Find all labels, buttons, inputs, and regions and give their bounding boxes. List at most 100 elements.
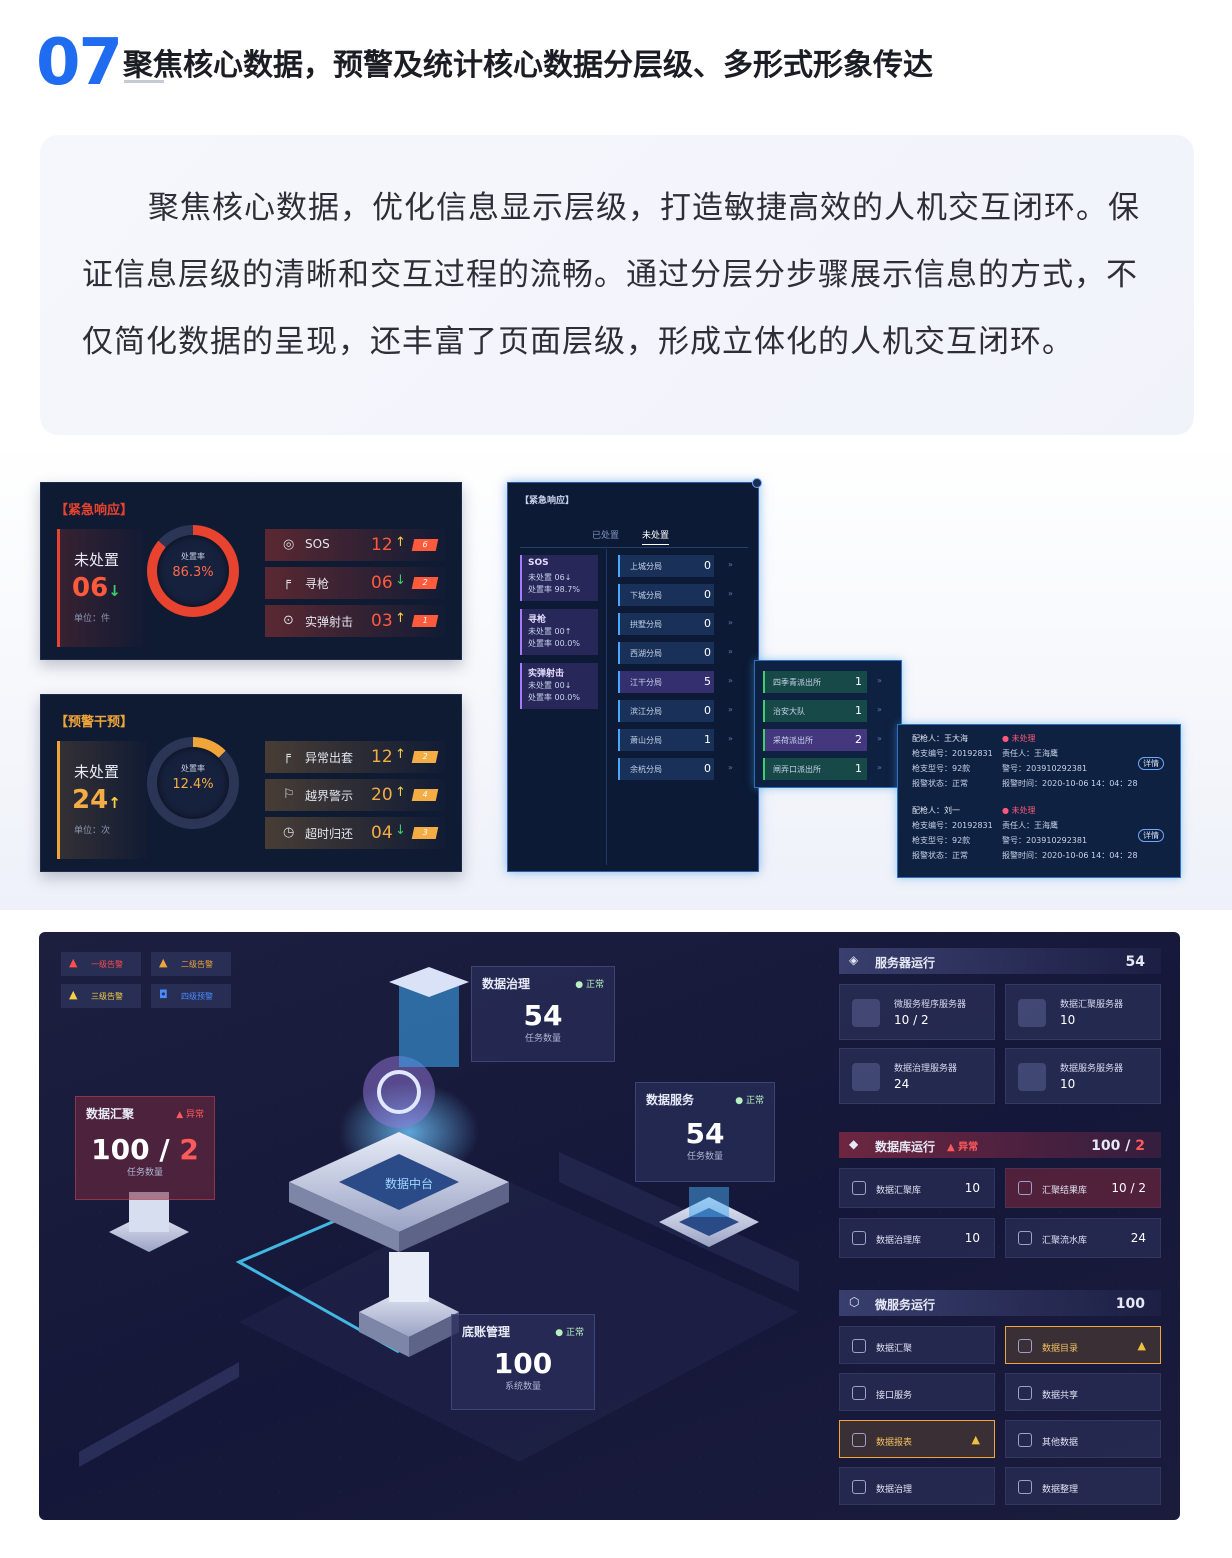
server-tile[interactable]: 数据汇聚服务器 10 [1005, 984, 1161, 1040]
card-title: 数据服务 [646, 1093, 695, 1107]
branch-name: 萧山分局 [630, 736, 662, 745]
stat-row[interactable]: ╒ 寻枪 06 ↓ 2 [265, 567, 445, 599]
microservice-tile[interactable]: 数据报表 ▲ [839, 1420, 995, 1458]
tab-unhandled[interactable]: 未处置 [642, 528, 670, 545]
branch-item[interactable]: 下城分局 0 [618, 584, 714, 606]
legend-item[interactable]: ▲ 三级告警 [61, 984, 141, 1008]
branch-item[interactable]: 萧山分局 1 [618, 729, 714, 751]
row-flag: 1 [411, 615, 439, 627]
database-icon: ◆ [849, 1137, 859, 1151]
microservice-name: 数据目录 [1042, 1344, 1079, 1354]
tab-handled[interactable]: 已处置 [592, 528, 619, 541]
microservice-tile[interactable]: 数据汇聚 [839, 1326, 995, 1364]
core-label: 数据中台 [385, 1176, 433, 1191]
stat-row[interactable]: ⚐ 越界警示 20 ↑ 4 [265, 779, 445, 811]
legend-item[interactable]: ▲ 一级告警 [61, 952, 141, 976]
row-icon: ⚐ [283, 787, 295, 802]
emergency-drilldown-panel: 【紧急响应】 已处置 未处置 SOS 未处置 06↓ 处置率 98.7% 寻枪 未处置 … [507, 478, 762, 872]
station-item[interactable]: 采荷派出所 2 [763, 729, 867, 751]
branch-name: 滨江分局 [630, 707, 662, 716]
server-tile[interactable]: 数据服务服务器 10 [1005, 1048, 1161, 1104]
detail-button[interactable]: 详情 [1138, 829, 1164, 842]
data-platform-dashboard: 数据中台 ▲ 一级告警 ▲ 二级告警 ▲ 三级告警 ◘ 四级预警 数据治理 ● 正常 54 任务数量… [39, 932, 1180, 1520]
warning-icon: ▲ [1137, 1339, 1146, 1352]
card-value: 54 [523, 999, 563, 1032]
database-icon [852, 1181, 866, 1195]
chevron-right-icon[interactable]: » [728, 705, 733, 714]
server-tile[interactable]: 数据治理服务器 24 [839, 1048, 995, 1104]
dashboard-card[interactable]: 数据汇聚 ▲ 异常 100 / 2 任务数量 [75, 1096, 215, 1200]
station-item[interactable]: 治安大队 1 [763, 700, 867, 722]
branch-item[interactable]: 西湖分局 0 [618, 642, 714, 664]
database-value: 10 [964, 1231, 980, 1245]
dashboard-card[interactable]: 数据治理 ● 正常 54 任务数量 [471, 966, 615, 1062]
chevron-right-icon[interactable]: » [728, 560, 733, 569]
database-tile[interactable]: 汇聚结果库 10 / 2 [1005, 1168, 1161, 1208]
server-tile[interactable]: 微服务程序服务器 10 / 2 [839, 984, 995, 1040]
branch-item[interactable]: 江干分局 5 [618, 671, 714, 693]
station-item[interactable]: 四季青派出所 1 [763, 671, 867, 693]
detail-field: 警号：203910292381 [1002, 764, 1088, 773]
detail-field: 枪支型号：92款 [912, 764, 971, 773]
stat-row[interactable]: ╒ 异常出套 12 ↑ 2 [265, 741, 445, 773]
legend-item[interactable]: ▲ 二级告警 [151, 952, 231, 976]
chevron-right-icon[interactable]: » [728, 589, 733, 598]
card-title: 数据汇聚 [86, 1107, 135, 1121]
branch-item[interactable]: 余杭分局 0 [618, 758, 714, 780]
server-icon [852, 999, 880, 1027]
stat-row[interactable]: ◷ 超时归还 04 ↓ 3 [265, 817, 445, 849]
legend-item[interactable]: ◘ 四级预警 [151, 984, 231, 1008]
stat-row[interactable]: ⊙ 实弹射击 03 ↑ 1 [265, 605, 445, 637]
chevron-right-icon[interactable]: » [728, 763, 733, 772]
row-value: 03 [371, 611, 393, 631]
chevron-right-icon[interactable]: » [877, 763, 882, 772]
group-line2: 处置率 00.0% [528, 693, 580, 702]
dashboard-card[interactable]: 数据服务 ● 正常 54 任务数量 [635, 1082, 775, 1182]
detail-button[interactable]: 详情 [1138, 757, 1164, 770]
group-item[interactable]: SOS 未处置 06↓ 处置率 98.7% [520, 555, 598, 601]
database-icon [1018, 1231, 1032, 1245]
branch-value: 0 [704, 646, 711, 659]
database-name: 汇聚流水库 [1042, 1236, 1088, 1246]
row-icon: ╒ [283, 575, 291, 590]
group-line1: 未处置 06↓ [528, 573, 572, 582]
database-tile[interactable]: 汇聚流水库 24 [1005, 1218, 1161, 1258]
branch-item[interactable]: 上城分局 0 [618, 555, 714, 577]
dashboard-card[interactable]: 底账管理 ● 正常 100 系统数量 [451, 1314, 595, 1410]
chevron-right-icon[interactable]: » [877, 734, 882, 743]
branch-item[interactable]: 滨江分局 0 [618, 700, 714, 722]
chevron-right-icon[interactable]: » [728, 734, 733, 743]
station-item[interactable]: 闸弄口派出所 1 [763, 758, 867, 780]
legend-label: 四级预警 [181, 992, 213, 1001]
chevron-right-icon[interactable]: » [728, 618, 733, 627]
station-value: 2 [855, 733, 862, 746]
server-value: 10 [1060, 1077, 1076, 1091]
microservice-tile[interactable]: 数据共享 [1005, 1373, 1161, 1411]
server-icon [852, 1063, 880, 1091]
database-header: ◆ 数据库运行 ▲ 异常 100 / 2 [839, 1132, 1161, 1158]
stat-row[interactable]: ◎ SOS 12 ↑ 6 [265, 529, 445, 561]
microservice-tile[interactable]: 数据整理 [1005, 1467, 1161, 1505]
microservice-tile[interactable]: 接口服务 [839, 1373, 995, 1411]
chevron-right-icon[interactable]: » [877, 676, 882, 685]
branch-item[interactable]: 拱墅分局 0 [618, 613, 714, 635]
microservice-tile[interactable]: 数据目录 ▲ [1005, 1326, 1161, 1364]
station-value: 1 [855, 762, 862, 775]
microservice-tile[interactable]: 数据治理 [839, 1467, 995, 1505]
database-tile[interactable]: 数据治理库 10 [839, 1218, 995, 1258]
server-value: 10 [1060, 1013, 1076, 1027]
chevron-right-icon[interactable]: » [877, 705, 882, 714]
intro-card: 聚焦核心数据，优化信息显示层级，打造敏捷高效的人机交互闭环。保证信息层级的清晰和… [40, 135, 1194, 435]
legend-label: 一级告警 [91, 960, 123, 969]
chevron-right-icon[interactable]: » [728, 647, 733, 656]
group-item[interactable]: 寻枪 未处置 00↑ 处置率 00.0% [520, 609, 598, 655]
chevron-right-icon[interactable]: » [728, 676, 733, 685]
database-tile[interactable]: 数据汇聚库 10 [839, 1168, 995, 1208]
server-icon [1018, 1063, 1046, 1091]
microservice-tile[interactable]: 其他数据 [1005, 1420, 1161, 1458]
branch-name: 下城分局 [630, 591, 662, 600]
unhandled-unit: 单位：件 [74, 614, 111, 624]
group-item[interactable]: 实弹射击 未处置 00↓ 处置率 00.0% [520, 663, 598, 709]
row-arrow: ↑ [395, 785, 406, 800]
close-icon[interactable] [752, 478, 762, 488]
